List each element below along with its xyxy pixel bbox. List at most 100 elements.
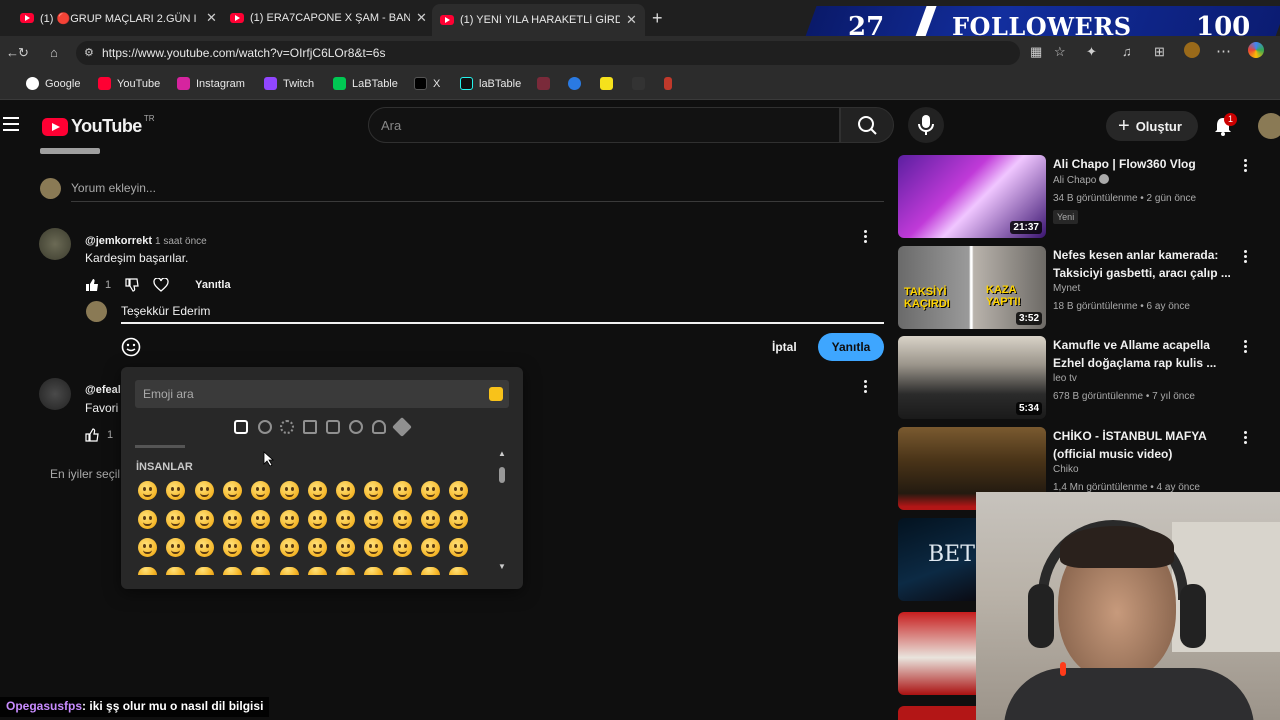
scroll-down-icon[interactable]: ▼ (498, 562, 506, 571)
emoji-smiley-icon[interactable] (307, 538, 327, 557)
emoji-scrollbar[interactable] (499, 467, 505, 483)
emoji-smiley-icon[interactable] (421, 538, 440, 557)
search-button[interactable] (840, 107, 894, 143)
bookmark-x[interactable]: X (414, 77, 440, 90)
emoji-smiley-icon[interactable] (392, 481, 412, 500)
emoji-toggle-icon[interactable] (121, 337, 141, 357)
emoji-smiley-icon[interactable] (307, 481, 327, 500)
collections-icon[interactable]: ⊞ (1154, 44, 1165, 60)
emoji-smiley-icon[interactable] (364, 538, 384, 557)
bookmark-extra-2[interactable] (568, 77, 587, 90)
thumbs-up-icon[interactable] (85, 278, 99, 292)
copilot-icon[interactable] (1248, 42, 1264, 58)
emoji-smiley-icon[interactable] (279, 481, 299, 500)
video-title[interactable]: CHİKO - İSTANBUL MAFYA (official music v… (1053, 427, 1243, 463)
video-more-icon[interactable] (1244, 340, 1248, 354)
browser-tab-2[interactable]: (1) ERA7CAPONE X ŞAM - BANA S ✕ (222, 4, 435, 32)
commenter-avatar[interactable] (39, 228, 71, 260)
emoji-smiley-icon[interactable] (392, 538, 412, 557)
related-video[interactable]: TAKSİYİ KAÇIRDI KAZA YAPTI! 3:52 Nefes k… (898, 246, 1278, 329)
comment-more-icon[interactable] (864, 230, 868, 244)
profile-icon[interactable] (1184, 42, 1200, 58)
channel-name[interactable]: Mynet (1053, 280, 1080, 298)
emoji-category-nature-icon[interactable] (280, 420, 294, 434)
emoji-smiley-icon[interactable] (421, 566, 440, 575)
home-icon[interactable]: ⌂ (50, 45, 58, 60)
emoji-smiley-icon[interactable] (449, 509, 469, 529)
bookmark-tiktok[interactable]: laBTable (460, 77, 521, 90)
emoji-category-food-icon[interactable] (303, 420, 317, 434)
thumbs-down-icon[interactable] (125, 278, 139, 292)
bookmark-extra-4[interactable] (632, 77, 651, 90)
emoji-category-travel-icon[interactable] (326, 420, 340, 434)
sort-comments-label[interactable]: En iyiler seçil (50, 467, 120, 481)
video-more-icon[interactable] (1244, 250, 1248, 264)
video-thumbnail[interactable]: 5:34 (898, 336, 1046, 419)
emoji-smiley-icon[interactable] (392, 566, 412, 575)
bookmark-extra-1[interactable] (537, 77, 556, 90)
emoji-smiley-icon[interactable] (336, 509, 356, 529)
emoji-smiley-icon[interactable] (251, 509, 271, 529)
emoji-smiley-icon[interactable] (166, 566, 186, 575)
emoji-smiley-icon[interactable] (449, 566, 469, 575)
url-field[interactable]: ⚙ https://www.youtube.com/watch?v=OIrfjC… (76, 41, 1020, 65)
emoji-smiley-icon[interactable] (166, 481, 186, 500)
comment-author[interactable]: @jemkorrekt (85, 235, 152, 247)
browser-tab-3-active[interactable]: (1) YENİ YILA HARAKETLİ GİRDİK!! ✕ (432, 4, 645, 36)
video-more-icon[interactable] (1244, 159, 1248, 173)
emoji-search-input[interactable]: Emoji ara (135, 380, 509, 408)
emoji-smiley-icon[interactable] (336, 481, 356, 500)
emoji-smiley-icon[interactable] (364, 509, 384, 529)
emoji-smiley-icon[interactable] (449, 481, 469, 500)
bookmark-twitch[interactable]: Twitch (264, 77, 314, 90)
emoji-smiley-icon[interactable] (449, 538, 469, 557)
skin-tone-selector[interactable] (489, 387, 503, 401)
related-video[interactable]: 21:37 Ali Chapo | Flow360 Vlog Ali Chapo… (898, 155, 1278, 238)
bookmark-star-icon[interactable]: ☆ (1054, 44, 1066, 60)
menu-icon[interactable] (3, 117, 19, 131)
video-thumbnail[interactable] (898, 612, 978, 695)
video-thumbnail[interactable]: BET (898, 518, 978, 601)
submit-reply-button[interactable]: Yanıtla (818, 333, 884, 361)
emoji-smiley-icon[interactable] (251, 481, 271, 500)
more-menu-icon[interactable]: ⋯ (1216, 42, 1231, 60)
cancel-button[interactable]: İptal (772, 340, 797, 354)
emoji-smiley-icon[interactable] (336, 538, 356, 557)
emoji-category-people-icon[interactable] (258, 420, 272, 434)
bookmark-extra-5[interactable] (664, 77, 678, 90)
channel-name[interactable]: Chiko (1053, 461, 1079, 479)
youtube-logo[interactable]: YouTube TR (42, 114, 155, 137)
emoji-smiley-icon[interactable] (279, 509, 299, 529)
emoji-smiley-icon[interactable] (138, 509, 157, 529)
emoji-smiley-icon[interactable] (222, 566, 242, 575)
thumbs-up-icon[interactable] (85, 428, 99, 442)
video-channel[interactable]: Ali Chapo (1053, 172, 1110, 190)
emoji-smiley-icon[interactable] (166, 509, 186, 529)
emoji-smiley-icon[interactable] (279, 566, 299, 575)
reload-icon[interactable]: ↻ (18, 45, 29, 61)
reply-input[interactable]: Teşekkür Ederim (121, 304, 210, 318)
account-avatar[interactable] (1258, 113, 1280, 139)
emoji-smiley-icon[interactable] (251, 566, 271, 575)
emoji-smiley-icon[interactable] (222, 481, 242, 500)
emoji-smiley-icon[interactable] (251, 538, 271, 557)
comment-author[interactable]: @efeal (85, 384, 121, 396)
heart-icon[interactable] (153, 278, 169, 292)
media-icon[interactable]: ♫ (1122, 44, 1132, 59)
emoji-smiley-icon[interactable] (194, 481, 214, 500)
emoji-smiley-icon[interactable] (138, 566, 157, 575)
video-title[interactable]: Kamufle ve Allame acapella Ezhel doğaçla… (1053, 336, 1243, 372)
bookmark-extra-3[interactable] (600, 77, 619, 90)
emoji-category-youtube-icon[interactable] (234, 420, 248, 434)
voice-search-button[interactable] (908, 107, 944, 143)
emoji-category-symbols-icon[interactable] (392, 417, 412, 437)
emoji-smiley-icon[interactable] (392, 509, 412, 529)
emoji-smiley-icon[interactable] (364, 481, 384, 500)
emoji-smiley-icon[interactable] (421, 509, 440, 529)
emoji-smiley-icon[interactable] (336, 566, 356, 575)
emoji-smiley-icon[interactable] (166, 538, 186, 557)
scroll-up-icon[interactable]: ▲ (498, 449, 506, 458)
video-thumbnail[interactable]: 21:37 (898, 155, 1046, 238)
related-video[interactable]: 5:34 Kamufle ve Allame acapella Ezhel do… (898, 336, 1278, 419)
emoji-smiley-icon[interactable] (222, 538, 242, 557)
